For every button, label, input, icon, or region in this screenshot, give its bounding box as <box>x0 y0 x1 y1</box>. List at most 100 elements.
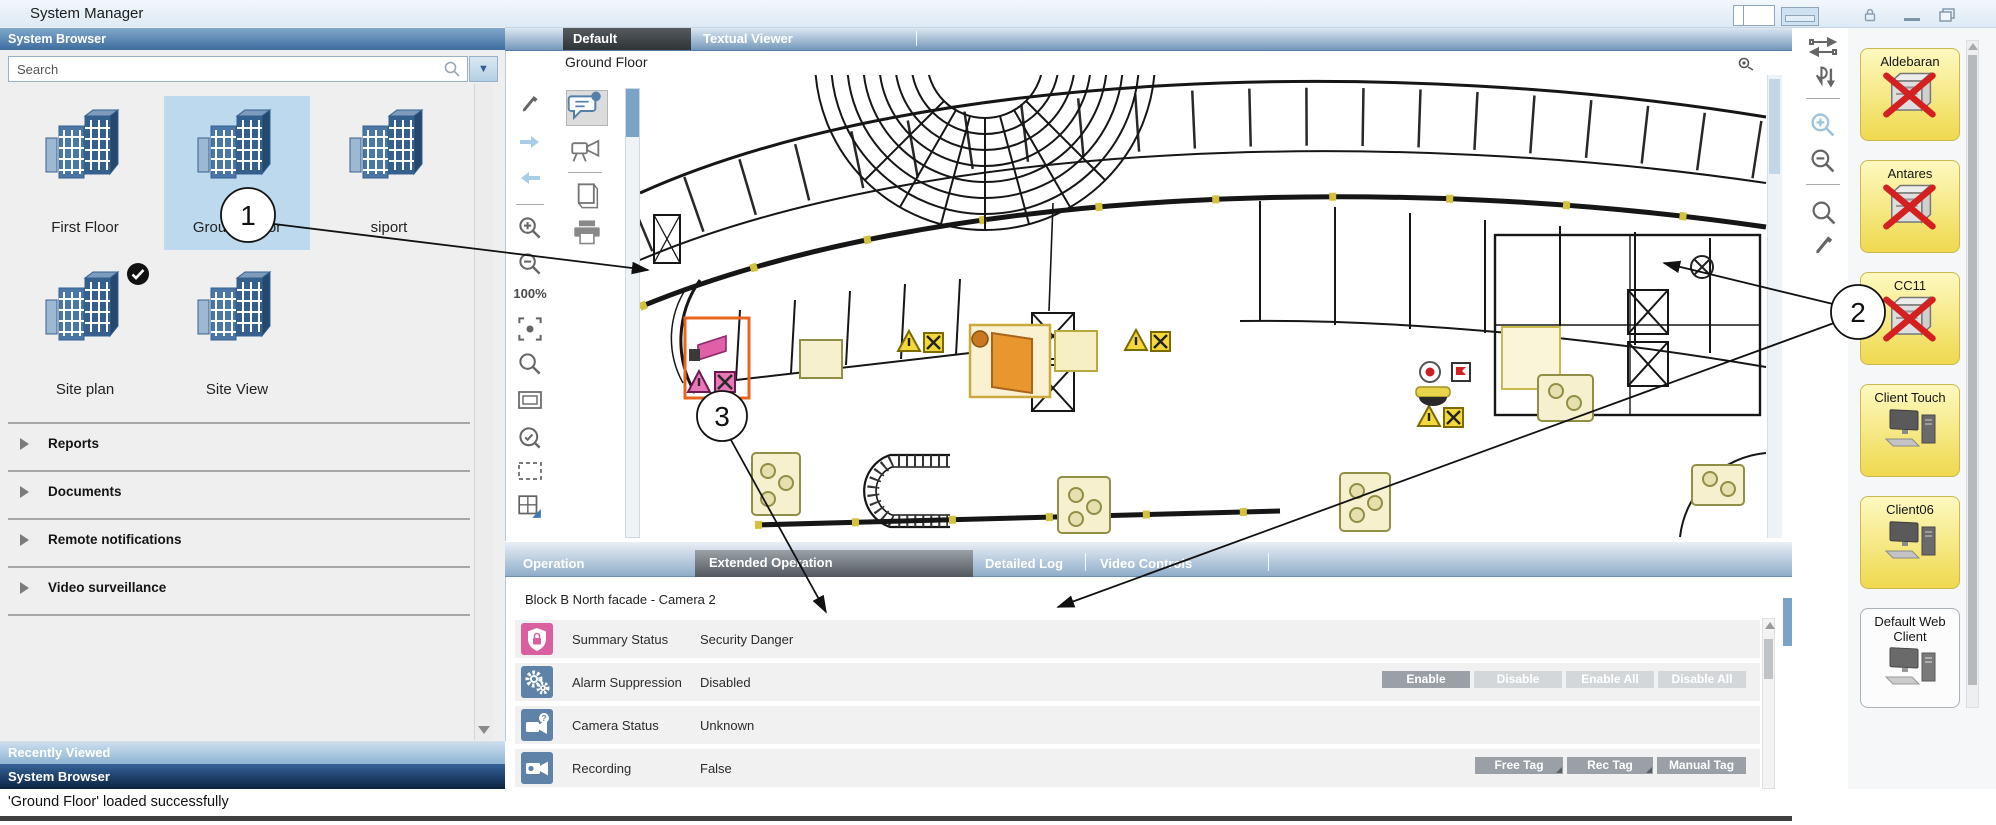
rectangle-tool-icon[interactable] <box>512 390 548 415</box>
row-value: Security Danger <box>700 632 793 647</box>
chevron-right-icon <box>20 534 29 546</box>
scroll-down-icon[interactable] <box>478 726 490 734</box>
sidebar-item-documents[interactable]: Documents <box>8 472 470 516</box>
back-arrow-icon[interactable] <box>512 170 548 191</box>
disable-button[interactable]: Disable <box>1474 671 1562 688</box>
video-camera-icon[interactable] <box>570 136 604 169</box>
sidebar-scrollbar[interactable] <box>474 84 493 740</box>
search-input[interactable]: Search <box>8 56 468 82</box>
map-right-scrollbar-thumb[interactable] <box>1769 79 1780 174</box>
chevron-right-icon <box>20 438 29 450</box>
sort-down-icon[interactable] <box>1812 64 1838 95</box>
dome-camera-device[interactable] <box>1416 362 1470 406</box>
row-label: Alarm Suppression <box>572 675 682 690</box>
swap-icon[interactable] <box>1808 36 1838 63</box>
security-shield-icon <box>521 623 553 655</box>
restore-icon[interactable] <box>1938 7 1956 28</box>
sidebar-item-ground-floor[interactable]: Ground Floor <box>164 96 310 250</box>
search-dropdown-button[interactable]: ▼ <box>469 56 498 82</box>
tab-default[interactable]: Default <box>563 28 691 50</box>
divider <box>916 31 917 46</box>
tab-extended-operation[interactable]: Extended Operation <box>695 550 973 577</box>
tile-label: Site View <box>164 381 310 398</box>
sidebar-item-first-floor[interactable]: First Floor <box>12 96 158 250</box>
building-icon <box>41 268 129 369</box>
client-label: Aldebaran <box>1861 49 1959 69</box>
table-row: Summary Status Security Danger <box>515 620 1760 658</box>
tab-video-controls[interactable]: Video Controls <box>1100 556 1192 571</box>
scroll-up-icon[interactable] <box>1968 43 1978 50</box>
clients-scrollbar[interactable] <box>1966 40 1979 708</box>
pen-icon[interactable] <box>1812 232 1836 261</box>
tab-operation[interactable]: Operation <box>523 556 584 571</box>
disable-all-button[interactable]: Disable All <box>1658 671 1746 688</box>
system-browser-bottom-bar[interactable]: System Browser <box>0 764 505 789</box>
zoom-out-icon[interactable] <box>512 252 548 281</box>
warning-triangle-icon[interactable] <box>898 331 943 352</box>
scrollbar-thumb[interactable] <box>1764 639 1773 679</box>
zoom-in-icon[interactable] <box>1810 112 1836 143</box>
layout-left-icon[interactable] <box>1733 5 1775 26</box>
sidebar-item-site-view[interactable]: Site View <box>164 258 310 412</box>
magnifier-check-icon[interactable] <box>512 426 548 455</box>
sidebar-item-siport[interactable]: siport <box>316 96 462 250</box>
tile-label: Site plan <box>12 381 158 398</box>
sidebar-item-reports[interactable]: Reports <box>8 424 470 468</box>
marquee-icon[interactable] <box>512 460 548 487</box>
pen-icon[interactable] <box>512 92 548 119</box>
print-icon[interactable] <box>572 218 602 251</box>
client-label: Antares <box>1861 161 1959 181</box>
divider <box>8 614 470 616</box>
divider <box>516 204 544 205</box>
main-scrollbar-thumb[interactable] <box>1783 598 1792 646</box>
pin-icon[interactable] <box>1738 57 1754 76</box>
grid-layout-icon[interactable] <box>512 494 548 525</box>
viewer-tabbar <box>505 28 1792 51</box>
operation-panel-scrollbar[interactable] <box>1762 618 1775 789</box>
layers-icon[interactable] <box>574 182 602 215</box>
door-device[interactable] <box>970 325 1050 397</box>
recently-viewed-bar[interactable]: Recently Viewed <box>0 741 505 764</box>
manual-tag-button[interactable]: Manual Tag <box>1657 757 1746 774</box>
client-default-web-client[interactable]: Default Web Client <box>1860 608 1960 708</box>
rec-tag-button[interactable]: Rec Tag <box>1567 757 1653 774</box>
forward-arrow-icon[interactable] <box>512 134 548 155</box>
comment-icon[interactable] <box>566 90 608 126</box>
fit-view-icon[interactable] <box>512 316 548 347</box>
client-client-touch[interactable]: Client Touch <box>1860 384 1960 477</box>
zoom-out-icon[interactable] <box>1810 148 1836 179</box>
warning-triangle-icon[interactable] <box>1418 406 1463 427</box>
client-aldebaran[interactable]: Aldebaran <box>1860 48 1960 141</box>
divider <box>1085 553 1086 571</box>
scrollbar-thumb[interactable] <box>1968 55 1977 685</box>
zoom-in-icon[interactable] <box>512 216 548 245</box>
layout-bottom-icon[interactable] <box>1781 7 1819 26</box>
chevron-right-icon <box>20 582 29 594</box>
row-value: Disabled <box>700 675 751 690</box>
client-antares[interactable]: Antares <box>1860 160 1960 253</box>
magnifier-icon[interactable] <box>1811 200 1837 231</box>
tab-detailed-log[interactable]: Detailed Log <box>985 556 1063 571</box>
scroll-up-ic on[interactable] <box>1765 622 1775 629</box>
workstation-icon <box>1878 442 1942 459</box>
map-vertical-scrollbar[interactable] <box>625 88 640 538</box>
free-tag-button[interactable]: Free Tag <box>1475 757 1563 774</box>
building-icon <box>41 106 129 207</box>
client-label: Default Web Client <box>1861 609 1959 644</box>
client-cc11[interactable]: CC11 <box>1860 272 1960 365</box>
minimize-icon[interactable] <box>1904 18 1920 21</box>
tab-textual-viewer[interactable]: Textual Viewer <box>703 28 793 50</box>
map-scrollbar-thumb[interactable] <box>626 89 639 137</box>
floor-plan[interactable] <box>640 75 1767 538</box>
enable-button[interactable]: Enable <box>1382 671 1470 688</box>
warning-triangle-icon[interactable] <box>1125 330 1170 351</box>
sidebar-item-video-surveillance[interactable]: Video surveillance <box>8 568 470 612</box>
enable-all-button[interactable]: Enable All <box>1566 671 1654 688</box>
lock-icon[interactable] <box>1862 7 1878 28</box>
magnifier-icon[interactable] <box>512 352 548 381</box>
client-client06[interactable]: Client06 <box>1860 496 1960 589</box>
titlebar <box>0 0 1996 28</box>
sidebar-item-site-plan[interactable]: Site plan <box>12 258 158 412</box>
workstation-icon <box>1878 554 1942 571</box>
sidebar-item-remote-notifications[interactable]: Remote notifications <box>8 520 470 564</box>
